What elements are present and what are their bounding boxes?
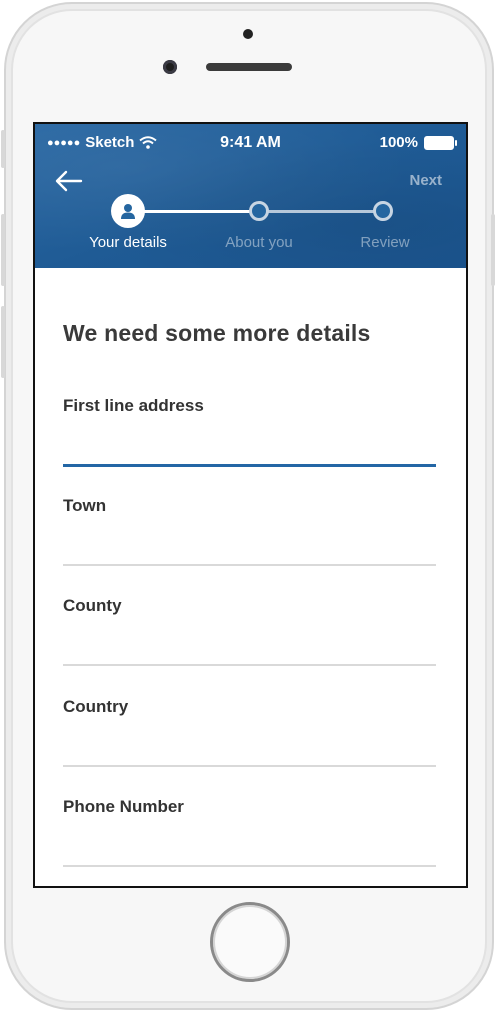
header: ●●●●● Sketch 9:41 AM 100% Next Your deta… [35,124,466,268]
battery-percent: 100% [379,134,418,151]
volume-up-button [1,214,5,286]
screen: ●●●●● Sketch 9:41 AM 100% Next Your deta… [33,122,468,888]
field-underline [63,664,436,666]
proximity-sensor [243,29,253,39]
progress-stepper: Your details About you Review [35,194,466,256]
field-first-line-address: First line address [63,396,436,496]
phone-number-input[interactable] [63,827,436,859]
stepper-track-completed [140,210,250,213]
next-button[interactable]: Next [409,172,442,189]
power-button [491,214,495,286]
county-input[interactable] [63,626,436,658]
country-input[interactable] [63,727,436,759]
field-county: County [63,596,436,696]
battery-icon [424,135,457,150]
field-town: Town [63,496,436,596]
back-button[interactable] [53,168,85,194]
user-icon [121,204,135,219]
form-heading: We need some more details [63,320,371,346]
arrow-left-icon [55,170,83,192]
field-country: Country [63,697,436,797]
volume-down-button [1,306,5,378]
field-underline [63,464,436,467]
mute-switch [1,130,5,168]
field-label: Town [63,496,107,515]
first-line-address-input[interactable] [63,426,436,458]
battery-info: 100% [379,134,457,151]
field-underline [63,865,436,867]
field-phone-number: Phone Number [63,797,436,886]
town-input[interactable] [63,526,436,558]
status-bar: ●●●●● Sketch 9:41 AM 100% [35,124,466,160]
step-your-details[interactable] [111,194,145,228]
earpiece-speaker [206,63,292,71]
field-label: Phone Number [63,797,184,816]
step-label-your-details: Your details [89,234,167,251]
field-label: First line address [63,396,204,415]
step-review[interactable] [373,201,393,221]
field-underline [63,564,436,566]
field-label: Country [63,697,129,716]
front-camera [163,60,177,74]
step-about-you[interactable] [249,201,269,221]
stepper-track-remaining [267,210,377,213]
step-label-about-you: About you [225,234,293,251]
step-label-review: Review [360,234,410,251]
home-button[interactable] [210,902,290,982]
field-label: County [63,596,122,615]
field-underline [63,765,436,767]
form-content: We need some more details First line add… [35,268,466,886]
